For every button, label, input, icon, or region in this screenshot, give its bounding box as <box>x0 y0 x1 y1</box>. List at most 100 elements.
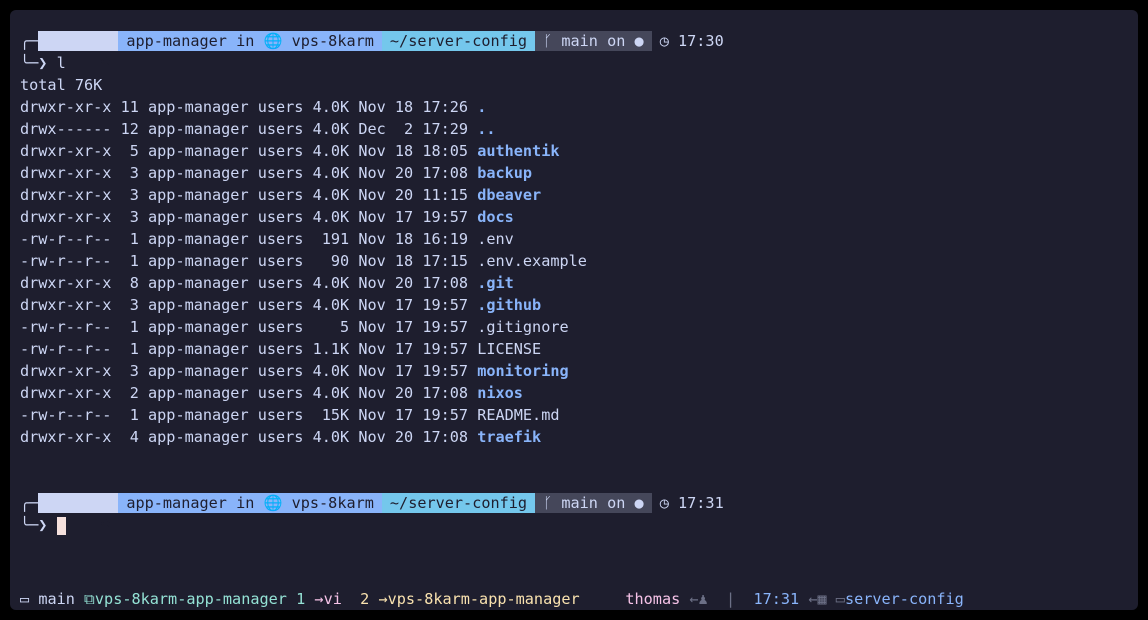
listing-total: total 76K <box>20 76 103 94</box>
file-meta: drwx------ 12 app-manager users 4.0K Dec… <box>20 120 478 138</box>
time-segment: ◷ 17:31 <box>652 493 732 513</box>
directory-name: . <box>477 98 487 116</box>
calendar-icon: ←▦ <box>808 590 827 608</box>
time-segment: ◷ 17:30 <box>652 31 732 51</box>
file-meta: drwxr-xr-x 11 app-manager users 4.0K Nov… <box>20 98 478 116</box>
file-meta: drwxr-xr-x 3 app-manager users 4.0K Nov … <box>20 362 478 380</box>
file-name: .gitignore <box>477 318 569 336</box>
prompt-time: 17:31 <box>678 494 724 512</box>
window-1-name[interactable]: vps-8karm-app-manager <box>95 590 287 608</box>
clock-icon: ◷ <box>659 494 669 512</box>
github-icon: ● <box>634 32 644 50</box>
command-line[interactable]: ╰─❯ <box>20 514 66 536</box>
prompt-corner: ╭─ <box>20 32 39 50</box>
file-meta: -rw-r--r-- 1 app-manager users 191 Nov 1… <box>20 230 478 248</box>
file-meta: drwxr-xr-x 3 app-manager users 4.0K Nov … <box>20 164 478 182</box>
file-meta: drwxr-xr-x 3 app-manager users 4.0K Nov … <box>20 208 478 226</box>
listing-row: drwxr-xr-x 3 app-manager users 4.0K Nov … <box>20 184 541 206</box>
file-meta: drwxr-xr-x 8 app-manager users 4.0K Nov … <box>20 274 478 292</box>
file-name: LICENSE <box>477 340 542 358</box>
pane-icon: ⧉ <box>84 590 95 608</box>
prompt-arrow: ❯ <box>38 54 57 72</box>
dir-segment: ~/server-config <box>381 493 536 513</box>
prompt-corner-bottom: ╰─ <box>20 54 39 72</box>
folder-icon: ▭ <box>835 590 845 608</box>
tmux-status-bar: ▭ main ⧉vps-8karm-app-manager 1 →vi 2 →v… <box>10 588 1138 610</box>
file-name: .env.example <box>477 252 587 270</box>
listing-row: drwxr-xr-x 11 app-manager users 4.0K Nov… <box>20 96 486 118</box>
directory-name: backup <box>477 164 533 182</box>
file-meta: -rw-r--r-- 1 app-manager users 1.1K Nov … <box>20 340 478 358</box>
listing-row: drwxr-xr-x 8 app-manager users 4.0K Nov … <box>20 272 514 294</box>
directory-name: authentik <box>477 142 560 160</box>
file-name: .env <box>477 230 514 248</box>
file-meta: -rw-r--r-- 1 app-manager users 15K Nov 1… <box>20 406 478 424</box>
directory-name: .git <box>477 274 514 292</box>
listing-row: -rw-r--r-- 1 app-manager users 5 Nov 17 … <box>20 316 569 338</box>
prompt-user: app-manager <box>126 32 227 50</box>
branch-icon: ᚴ <box>543 494 553 512</box>
status-folder: server-config <box>844 590 964 608</box>
file-meta: -rw-r--r-- 1 app-manager users 90 Nov 18… <box>20 252 478 270</box>
prompt-host: vps-8karm <box>291 494 374 512</box>
listing-row: drwxr-xr-x 3 app-manager users 4.0K Nov … <box>20 360 569 382</box>
window-icon: ▭ <box>20 590 30 608</box>
listing-row: drwxr-xr-x 4 app-manager users 4.0K Nov … <box>20 426 541 448</box>
user-segment: app-manager in 🌐 vps-8karm <box>118 493 382 513</box>
directory-name: nixos <box>477 384 523 402</box>
os-segment: ⚙ <box>38 31 119 70</box>
file-meta: -rw-r--r-- 1 app-manager users 5 Nov 17 … <box>20 318 478 336</box>
globe-icon: 🌐 <box>263 32 283 50</box>
prompt-corner: ╭─ <box>20 494 39 512</box>
listing-row: drwxr-xr-x 3 app-manager users 4.0K Nov … <box>20 162 532 184</box>
gear-icon: ⚙ <box>101 52 111 70</box>
globe-icon: 🌐 <box>263 494 283 512</box>
directory-name: monitoring <box>477 362 569 380</box>
text-cursor[interactable] <box>56 516 66 535</box>
window-2-arrow: → <box>314 590 324 608</box>
window-3-arrow: → <box>378 590 388 608</box>
listing-row: drwxr-xr-x 3 app-manager users 4.0K Nov … <box>20 294 541 316</box>
directory-name: docs <box>477 208 514 226</box>
window-2-index: 2 <box>360 590 370 608</box>
prompt-in: in <box>236 32 255 50</box>
status-time: 17:31 <box>753 590 800 608</box>
github-icon: ● <box>634 494 644 512</box>
file-meta: drwxr-xr-x 5 app-manager users 4.0K Nov … <box>20 142 478 160</box>
listing-row: drwxr-xr-x 2 app-manager users 4.0K Nov … <box>20 382 523 404</box>
status-user: thomas <box>625 590 681 608</box>
window-2-name[interactable]: vi <box>324 590 342 608</box>
listing-row: -rw-r--r-- 1 app-manager users 15K Nov 1… <box>20 404 559 426</box>
prompt-line: ╭─ ⚙ app-manager in 🌐 vps-8karm ~/server… <box>20 30 732 70</box>
prompt-on: on <box>607 494 626 512</box>
listing-row: drwxr-xr-x 5 app-manager users 4.0K Nov … <box>20 140 559 162</box>
prompt-time: 17:30 <box>678 32 724 50</box>
session-name[interactable]: main <box>38 590 75 608</box>
command-line: ╰─❯ l <box>20 52 66 74</box>
clock-icon: ◷ <box>659 32 669 50</box>
file-meta: drwxr-xr-x 3 app-manager users 4.0K Nov … <box>20 186 478 204</box>
branch-icon: ᚴ <box>543 32 553 50</box>
listing-row: drwxr-xr-x 3 app-manager users 4.0K Nov … <box>20 206 514 228</box>
directory-name: dbeaver <box>477 186 542 204</box>
user-segment: app-manager in 🌐 vps-8karm <box>118 31 382 51</box>
file-name: README.md <box>477 406 560 424</box>
git-segment: ᚴ main on ● <box>535 493 652 513</box>
directory-name: traefik <box>477 428 542 446</box>
prompt-host: vps-8karm <box>291 32 374 50</box>
terminal-window[interactable]: ╭─ ⚙ app-manager in 🌐 vps-8karm ~/server… <box>10 10 1138 610</box>
prompt-in: in <box>236 494 255 512</box>
window-3-name[interactable]: vps-8karm-app-manager <box>388 590 580 608</box>
dir-segment: ~/server-config <box>381 31 536 51</box>
user-icon: ←♟ <box>689 590 708 608</box>
prompt-arrow: ❯ <box>38 516 57 534</box>
listing-row: -rw-r--r-- 1 app-manager users 1.1K Nov … <box>20 338 541 360</box>
window-1-index: 1 <box>296 590 306 608</box>
listing-row: -rw-r--r-- 1 app-manager users 90 Nov 18… <box>20 250 587 272</box>
prompt-on: on <box>607 32 626 50</box>
os-segment: ⚙ <box>38 493 119 532</box>
git-segment: ᚴ main on ● <box>535 31 652 51</box>
file-meta: drwxr-xr-x 3 app-manager users 4.0K Nov … <box>20 296 478 314</box>
gear-icon: ⚙ <box>101 514 111 532</box>
listing-row: -rw-r--r-- 1 app-manager users 191 Nov 1… <box>20 228 514 250</box>
